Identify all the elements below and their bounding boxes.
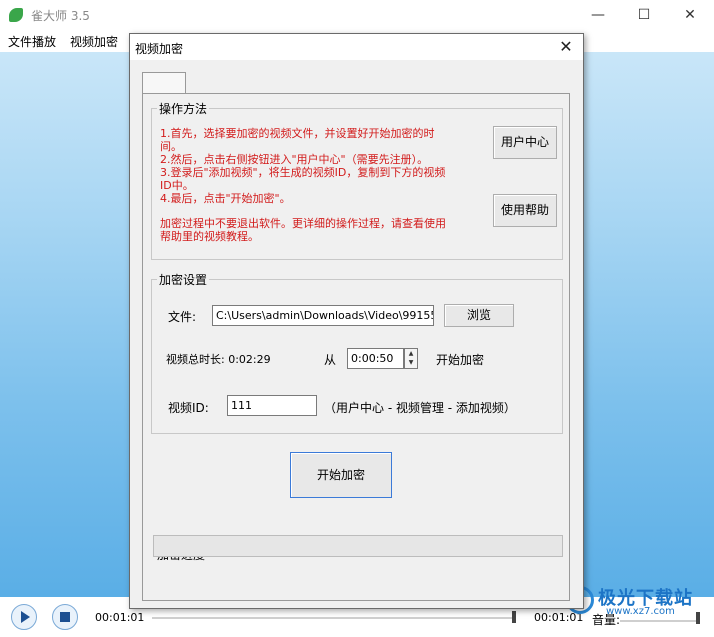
dialog-close-button[interactable]: ✕ xyxy=(555,36,577,58)
spin-up-icon[interactable]: ▲ xyxy=(405,349,417,358)
dialog-title: 视频加密 xyxy=(135,42,184,56)
instruction-line: 1.首先，选择要加密的视频文件，并设置好开始加密的时 xyxy=(160,127,435,140)
method-group: 操作方法 1.首先，选择要加密的视频文件，并设置好开始加密的时 间。 2.然后，… xyxy=(151,100,563,260)
instruction-note: 加密过程中不要退出软件。更详细的操作过程，请查看使用 帮助里的视频教程。 xyxy=(160,217,480,243)
encrypt-progress-bar xyxy=(153,535,563,557)
minimize-button[interactable]: — xyxy=(575,0,621,30)
seek-slider-track[interactable] xyxy=(152,617,516,619)
watermark-url: www.xz7.com xyxy=(606,606,675,617)
instruction-line: 4.最后，点击"开始加密"。 xyxy=(160,192,291,205)
app-titlebar: 雀大师 3.5 — ☐ ✕ xyxy=(0,0,714,30)
close-button[interactable]: ✕ xyxy=(667,0,713,30)
browse-button[interactable]: 浏览 xyxy=(444,304,514,327)
menu-video-encrypt[interactable]: 视频加密 xyxy=(70,33,118,50)
start-encrypt-label: 开始加密 xyxy=(436,353,485,367)
video-id-label: 视频ID: xyxy=(168,401,209,415)
file-path-input[interactable]: C:\Users\admin\Downloads\Video\991558388 xyxy=(212,305,434,326)
duration-label: 视频总时长: 0:02:29 xyxy=(166,353,271,366)
play-icon xyxy=(21,611,30,623)
note-line: 加密过程中不要退出软件。更详细的操作过程，请查看使用 xyxy=(160,217,446,230)
tab-panel: 操作方法 1.首先，选择要加密的视频文件，并设置好开始加密的时 间。 2.然后，… xyxy=(142,93,570,601)
current-time: 00:01:01 xyxy=(95,611,145,624)
user-center-button[interactable]: 用户中心 xyxy=(493,126,557,159)
video-encrypt-dialog: 视频加密 ✕ 操作方法 1.首先，选择要加密的视频文件，并设置好开始加密的时 间… xyxy=(129,33,584,609)
instruction-line: 间。 xyxy=(160,140,182,153)
instruction-line: 3.登录后"添加视频"，将生成的视频ID，复制到下方的视频 xyxy=(160,166,446,179)
seek-slider-thumb[interactable] xyxy=(512,611,516,623)
leaf-logo-icon xyxy=(9,8,23,22)
dialog-titlebar: 视频加密 ✕ xyxy=(130,34,583,60)
note-line: 帮助里的视频教程。 xyxy=(160,230,259,243)
instructions: 1.首先，选择要加密的视频文件，并设置好开始加密的时 间。 2.然后，点击右侧按… xyxy=(160,127,480,205)
start-time-spinner[interactable]: ▲ ▼ xyxy=(404,348,418,369)
play-button[interactable] xyxy=(11,604,37,630)
settings-group: 加密设置 文件: C:\Users\admin\Downloads\Video\… xyxy=(151,271,563,434)
video-id-hint: （用户中心 - 视频管理 - 添加视频） xyxy=(324,401,516,415)
spin-down-icon[interactable]: ▼ xyxy=(405,358,417,367)
menu-file-play[interactable]: 文件播放 xyxy=(8,33,56,50)
stop-icon xyxy=(60,612,70,622)
settings-legend: 加密设置 xyxy=(157,271,210,288)
watermark: 极光下载站 www.xz7.com xyxy=(566,580,714,624)
start-time-input[interactable]: 0:00:50 xyxy=(347,348,404,369)
tab-encrypt[interactable] xyxy=(142,72,186,94)
maximize-button[interactable]: ☐ xyxy=(621,0,667,30)
method-legend: 操作方法 xyxy=(157,100,210,117)
start-encrypt-button[interactable]: 开始加密 xyxy=(290,452,392,498)
instruction-line: ID中。 xyxy=(160,179,194,192)
from-label: 从 xyxy=(324,353,337,367)
help-button[interactable]: 使用帮助 xyxy=(493,194,557,227)
app-title: 雀大师 3.5 xyxy=(31,9,90,23)
file-label: 文件: xyxy=(168,310,197,324)
video-id-input[interactable]: 111 xyxy=(227,395,317,416)
instruction-line: 2.然后，点击右侧按钮进入"用户中心"（需要先注册）。 xyxy=(160,153,429,166)
stop-button[interactable] xyxy=(52,604,78,630)
